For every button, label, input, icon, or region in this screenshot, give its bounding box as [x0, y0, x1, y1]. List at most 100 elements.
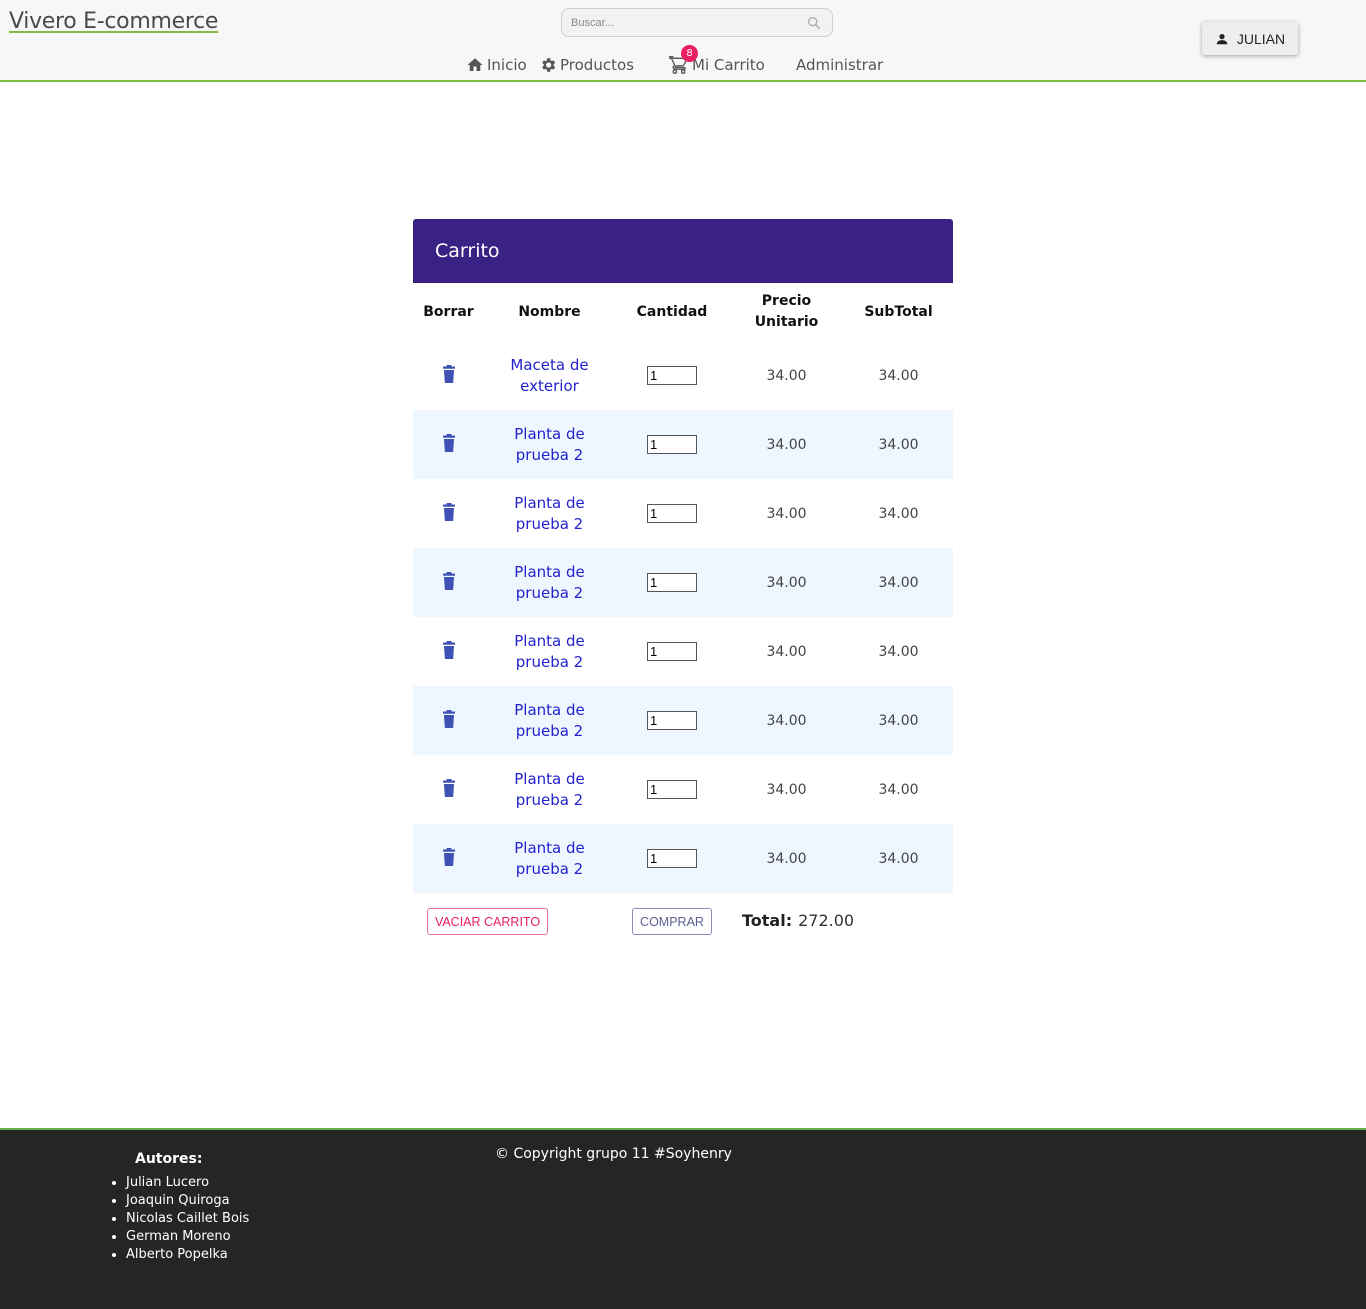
cell-cantidad [615, 410, 729, 479]
cell-nombre: Planta de prueba 2 [484, 617, 615, 686]
cell-borrar [413, 824, 484, 893]
home-icon [467, 58, 483, 71]
cell-precio: 34.00 [766, 367, 807, 384]
cell-nombre: Planta de prueba 2 [484, 410, 615, 479]
cell-nombre: Planta de prueba 2 [484, 686, 615, 755]
quantity-input[interactable] [647, 504, 697, 523]
quantity-input[interactable] [647, 366, 697, 385]
col-header-precio-line1: Precio [761, 293, 812, 309]
cell-cantidad [615, 824, 729, 893]
cell-subtotal: 34.00 [844, 824, 953, 893]
trash-icon[interactable] [442, 709, 456, 728]
cart-row: Planta de prueba 2 34.00 34.00 [413, 824, 953, 893]
cell-cantidad [615, 617, 729, 686]
cell-borrar [413, 479, 484, 548]
trash-icon[interactable] [442, 502, 456, 521]
cart-title: Carrito [413, 219, 953, 283]
quantity-input[interactable] [647, 780, 697, 799]
col-header-cantidad: Cantidad [636, 303, 708, 320]
quantity-input[interactable] [647, 435, 697, 454]
cell-borrar [413, 755, 484, 824]
cell-borrar [413, 617, 484, 686]
cart-total: Total: 272.00 [742, 911, 854, 930]
cart-row: Planta de prueba 2 34.00 34.00 [413, 410, 953, 479]
product-name-link[interactable]: Planta de prueba 2 [500, 562, 600, 604]
col-header-precio: Precio Unitario [729, 283, 844, 341]
search-box [561, 8, 833, 37]
nav-productos[interactable]: Productos [539, 53, 634, 77]
trash-icon[interactable] [442, 640, 456, 659]
product-name-link[interactable]: Maceta de exterior [500, 355, 600, 397]
cart-row: Planta de prueba 2 34.00 34.00 [413, 479, 953, 548]
search-icon[interactable] [806, 15, 822, 31]
cell-borrar [413, 341, 484, 410]
comprar-button[interactable]: COMPRAR [632, 908, 712, 935]
cell-cantidad [615, 479, 729, 548]
cell-precio: 34.00 [766, 643, 807, 660]
quantity-input[interactable] [647, 573, 697, 592]
person-icon [1216, 33, 1228, 44]
product-name-link[interactable]: Planta de prueba 2 [500, 838, 600, 880]
cell-precio: 34.00 [729, 686, 844, 755]
vaciar-carrito-button[interactable]: VACIAR CARRITO [427, 908, 548, 935]
nav-productos-label: Productos [560, 56, 634, 74]
cell-cantidad [615, 755, 729, 824]
cart-row: Maceta de exterior 34.00 34.00 [413, 341, 953, 410]
cart-panel: Carrito Borrar Nombre Cantidad Precio Uni… [413, 219, 953, 893]
top-header: Vivero E-commerce Inicio Productos Mi Ca… [0, 0, 1366, 82]
total-value: 272.00 [798, 911, 855, 930]
author-item: Alberto Popelka [126, 1246, 249, 1264]
author-item: Julian Lucero [126, 1174, 249, 1192]
cell-nombre: Planta de prueba 2 [484, 548, 615, 617]
cell-subtotal: 34.00 [878, 781, 919, 798]
cell-precio: 34.00 [729, 824, 844, 893]
col-header-nombre: Nombre [518, 303, 581, 320]
cell-precio: 34.00 [729, 410, 844, 479]
author-item: Joaquin Quiroga [126, 1192, 249, 1210]
cell-borrar [413, 410, 484, 479]
quantity-input[interactable] [647, 849, 697, 868]
cart-row: Planta de prueba 2 34.00 34.00 [413, 755, 953, 824]
cart-rows: Maceta de exterior 34.00 34.00 Planta de… [413, 341, 953, 893]
author-item: Nicolas Caillet Bois [126, 1210, 249, 1228]
total-label: Total: [742, 911, 793, 930]
quantity-input[interactable] [647, 711, 697, 730]
nav-administrar[interactable]: Administrar [796, 53, 883, 77]
footer: Autores: Julian LuceroJoaquin QuirogaNic… [0, 1128, 1366, 1309]
nav-administrar-label: Administrar [796, 56, 884, 74]
cell-nombre: Planta de prueba 2 [484, 755, 615, 824]
nav-inicio[interactable]: Inicio [466, 53, 527, 77]
authors-title: Autores: [135, 1151, 203, 1167]
user-menu-button[interactable]: JULIAN [1202, 22, 1298, 55]
cell-precio: 34.00 [729, 548, 844, 617]
cart-header-row: Borrar Nombre Cantidad Precio Unitario Su… [413, 283, 953, 341]
trash-icon[interactable] [442, 364, 456, 383]
product-name-link[interactable]: Planta de prueba 2 [500, 769, 600, 811]
cart-row: Planta de prueba 2 34.00 34.00 [413, 548, 953, 617]
authors-list: Julian LuceroJoaquin QuirogaNicolas Cail… [126, 1174, 249, 1264]
gear-icon [542, 58, 556, 72]
col-header-subtotal: SubTotal [864, 303, 933, 320]
trash-icon[interactable] [442, 847, 456, 866]
cell-precio: 34.00 [766, 781, 807, 798]
cell-cantidad [615, 686, 729, 755]
cell-subtotal: 34.00 [878, 505, 919, 522]
trash-icon[interactable] [442, 433, 456, 452]
product-name-link[interactable]: Planta de prueba 2 [500, 493, 600, 535]
product-name-link[interactable]: Planta de prueba 2 [500, 700, 600, 742]
cell-cantidad [615, 548, 729, 617]
cell-precio: 34.00 [766, 505, 807, 522]
cell-subtotal: 34.00 [878, 367, 919, 384]
cell-nombre: Planta de prueba 2 [484, 824, 615, 893]
cell-nombre: Planta de prueba 2 [484, 479, 615, 548]
brand-logo-link[interactable]: Vivero E-commerce [9, 9, 218, 34]
trash-icon[interactable] [442, 778, 456, 797]
nav-inicio-label: Inicio [487, 56, 527, 74]
cell-nombre: Maceta de exterior [484, 341, 615, 410]
product-name-link[interactable]: Planta de prueba 2 [500, 424, 600, 466]
product-name-link[interactable]: Planta de prueba 2 [500, 631, 600, 673]
trash-icon[interactable] [442, 571, 456, 590]
quantity-input[interactable] [647, 642, 697, 661]
cell-subtotal: 34.00 [844, 686, 953, 755]
search-input[interactable] [571, 15, 801, 31]
